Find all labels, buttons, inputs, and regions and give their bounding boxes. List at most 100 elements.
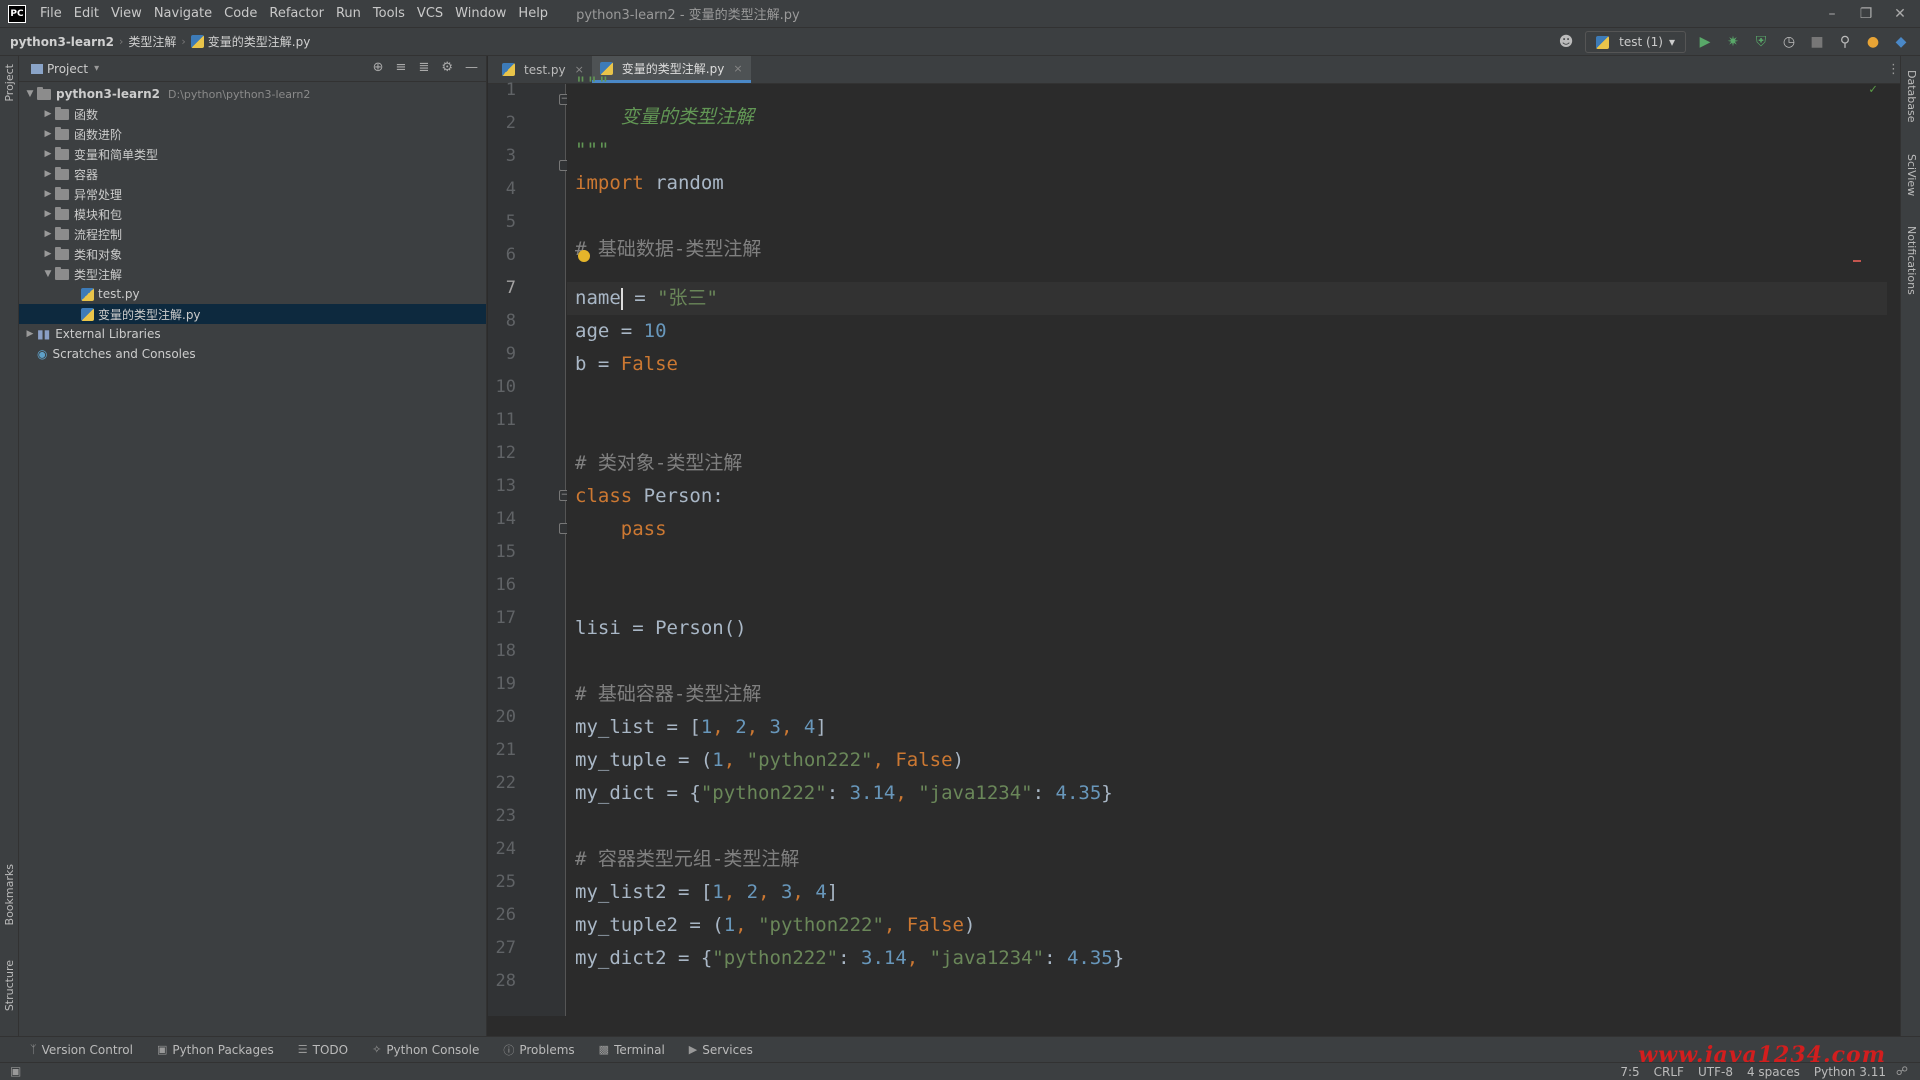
lock-icon[interactable]: ☍	[1896, 1064, 1908, 1078]
jetbrains-logo-icon[interactable]: ◆	[1892, 33, 1910, 51]
run-icon[interactable]: ▶	[1696, 33, 1714, 51]
notifications-tool-button[interactable]: Notifications	[1905, 226, 1918, 295]
tree-folder-expanded[interactable]: ▼ 类型注解	[19, 264, 486, 284]
user-icon[interactable]: ☻	[1557, 33, 1575, 51]
minimize-icon[interactable]: –	[1822, 4, 1842, 24]
tree-external-libraries[interactable]: ▶ ▮▮ External Libraries	[19, 324, 486, 344]
python-interpreter[interactable]: Python 3.11	[1814, 1065, 1886, 1079]
todo-tab[interactable]: ☰ TODO	[298, 1043, 348, 1057]
tree-file[interactable]: test.py	[19, 284, 486, 304]
menu-window[interactable]: Window	[455, 6, 506, 21]
keyword: import	[575, 172, 644, 194]
tab-variable-annotation-py[interactable]: 变量的类型注解.py ×	[591, 56, 751, 83]
tool-windows-toggle-icon[interactable]: ▣	[10, 1064, 21, 1078]
keyword: class	[575, 485, 633, 507]
tree-file-selected[interactable]: 变量的类型注解.py	[19, 304, 486, 324]
menu-navigate[interactable]: Navigate	[154, 6, 212, 21]
breadcrumb-project[interactable]: python3-learn2	[10, 35, 114, 49]
tree-folder[interactable]: ▶ 函数	[19, 104, 486, 124]
chevron-right-icon[interactable]: ▶	[41, 169, 55, 179]
tree-folder[interactable]: ▶ 模块和包	[19, 204, 486, 224]
locate-file-icon[interactable]: ⊕	[373, 60, 384, 75]
stop-icon[interactable]: ■	[1808, 33, 1826, 51]
chevron-right-icon[interactable]: ▶	[23, 329, 37, 339]
gear-icon[interactable]: ⚙	[441, 60, 453, 75]
collapse-all-icon[interactable]: ≣	[418, 60, 429, 75]
python-packages-tab[interactable]: ▣ Python Packages	[157, 1043, 274, 1057]
version-control-tab[interactable]: ᛉ Version Control	[30, 1043, 133, 1057]
more-tabs-icon[interactable]: ⋮	[1887, 62, 1900, 77]
chevron-right-icon[interactable]: ▶	[41, 149, 55, 159]
tree-scratches[interactable]: ◉ Scratches and Consoles	[19, 344, 486, 364]
tree-folder-label: 异常处理	[74, 187, 123, 202]
chevron-down-icon: ▾	[1668, 35, 1675, 49]
terminal-icon: ▩	[598, 1043, 610, 1056]
problems-tab[interactable]: ⓘ Problems	[503, 1042, 574, 1058]
chevron-right-icon[interactable]: ▶	[41, 209, 55, 219]
close-window-icon[interactable]: ✕	[1890, 4, 1910, 24]
line-number: 14	[495, 509, 516, 529]
debug-icon[interactable]: ✷	[1724, 33, 1742, 51]
menu-view[interactable]: View	[111, 6, 142, 21]
menu-tools[interactable]: Tools	[373, 6, 405, 21]
tree-folder[interactable]: ▶ 类和对象	[19, 244, 486, 264]
file-encoding[interactable]: UTF-8	[1698, 1065, 1733, 1079]
update-icon[interactable]: ●	[1864, 33, 1882, 51]
window-title: python3-learn2 - 变量的类型注解.py	[576, 8, 800, 23]
line-separator[interactable]: CRLF	[1654, 1065, 1684, 1079]
menu-file[interactable]: File	[40, 6, 62, 21]
menu-refactor[interactable]: Refactor	[269, 6, 324, 21]
bookmarks-tool-button[interactable]: Bookmarks	[3, 864, 16, 925]
chevron-right-icon[interactable]: ▶	[41, 129, 55, 139]
python-console-tab[interactable]: ✧ Python Console	[372, 1043, 479, 1057]
caret-position[interactable]: 7:5	[1620, 1065, 1639, 1079]
database-tool-button[interactable]: Database	[1905, 70, 1918, 123]
profile-icon[interactable]: ◷	[1780, 33, 1798, 51]
menu-vcs[interactable]: VCS	[417, 6, 443, 21]
tree-folder[interactable]: ▶ 函数进阶	[19, 124, 486, 144]
code-line: my_dict2 = {"python222": 3.14, "java1234…	[575, 947, 1125, 969]
menu-run[interactable]: Run	[336, 6, 361, 21]
project-view-select[interactable]: Project	[47, 62, 88, 76]
tree-folder[interactable]: ▶ 异常处理	[19, 184, 486, 204]
chevron-right-icon[interactable]: ▶	[41, 229, 55, 239]
editor-tabs: test.py × 变量的类型注解.py × ⋮	[488, 56, 1908, 84]
run-configuration-select[interactable]: test (1) ▾	[1585, 31, 1686, 53]
project-panel-tools: ⊕ ≡ ≣ ⚙ —	[373, 60, 478, 75]
services-tab[interactable]: ▶ Services	[689, 1043, 753, 1057]
restore-icon[interactable]: ❐	[1856, 4, 1876, 24]
indent-setting[interactable]: 4 spaces	[1747, 1065, 1800, 1079]
line-number: 18	[495, 641, 516, 661]
menu-code[interactable]: Code	[224, 6, 257, 21]
tree-root[interactable]: ▼ python3-learn2 D:\python\python3-learn…	[19, 84, 486, 104]
chevron-down-icon[interactable]: ▼	[41, 269, 55, 279]
structure-tool-button[interactable]: Structure	[3, 960, 16, 1011]
search-icon[interactable]: ⚲	[1836, 33, 1854, 51]
bottom-tab-label: TODO	[312, 1042, 349, 1057]
error-stripe-marker[interactable]	[1853, 260, 1861, 262]
chevron-down-icon[interactable]: ▾	[94, 63, 99, 74]
chevron-right-icon[interactable]: ▶	[41, 189, 55, 199]
chevron-right-icon[interactable]: ▶	[41, 109, 55, 119]
chevron-down-icon[interactable]: ▼	[23, 89, 37, 99]
code-text: my_dict = {	[575, 782, 701, 804]
breadcrumb-folder[interactable]: 类型注解	[128, 33, 176, 50]
tree-folder[interactable]: ▶ 变量和简单类型	[19, 144, 486, 164]
intention-bulb-icon[interactable]	[578, 250, 590, 262]
code-editor[interactable]: """ 变量的类型注解 """ import random # 基础数据-类型注…	[567, 73, 1887, 1016]
no-problems-check-icon[interactable]: ✓	[1869, 82, 1877, 97]
tree-folder[interactable]: ▶ 流程控制	[19, 224, 486, 244]
hide-panel-icon[interactable]: —	[465, 60, 478, 75]
menu-edit[interactable]: Edit	[74, 6, 99, 21]
tree-folder[interactable]: ▶ 容器	[19, 164, 486, 184]
breadcrumb-file[interactable]: 变量的类型注解.py	[208, 33, 311, 50]
project-tool-button[interactable]: Project	[3, 64, 16, 102]
chevron-right-icon[interactable]: ▶	[41, 249, 55, 259]
expand-all-icon[interactable]: ≡	[396, 60, 407, 75]
menu-help[interactable]: Help	[518, 6, 548, 21]
number: 3	[769, 716, 781, 738]
sciview-tool-button[interactable]: SciView	[1905, 154, 1918, 196]
terminal-tab[interactable]: ▩ Terminal	[599, 1043, 665, 1057]
coverage-icon[interactable]: ⛨	[1752, 33, 1770, 51]
close-tab-icon[interactable]: ×	[733, 62, 742, 75]
